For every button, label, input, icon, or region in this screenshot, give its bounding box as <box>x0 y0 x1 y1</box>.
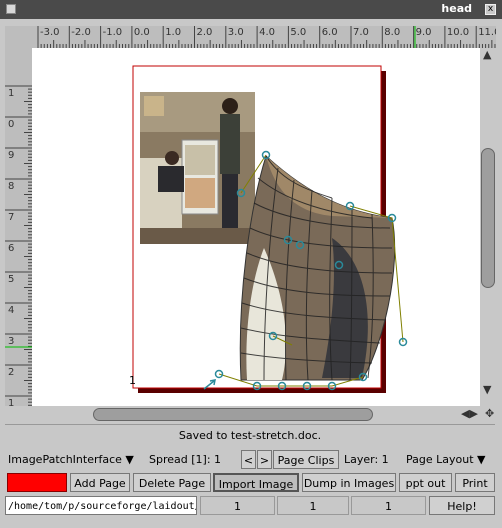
close-icon[interactable]: x <box>485 4 496 15</box>
dump-in-images-button[interactable]: Dump in Images <box>302 473 396 492</box>
ruler-label: 8 <box>8 181 15 192</box>
next-spread-button[interactable]: > <box>257 450 272 469</box>
ruler-label: 1.0 <box>165 27 182 38</box>
page-number: 1 <box>129 374 136 387</box>
horizontal-ruler: -3.0 -2.0 -1.0 0.0 1.0 2.0 3.0 4.0 5.0 6.0 7.0 8.0 9… <box>30 26 496 49</box>
document-canvas[interactable]: 1 <box>32 48 480 406</box>
ruler-label: 4 <box>8 305 15 316</box>
ruler-label: 2 <box>8 367 15 378</box>
ruler-label: 9 <box>8 150 15 161</box>
ruler-corner <box>5 26 30 48</box>
value-field-1[interactable]: 1 <box>200 496 275 515</box>
path-field[interactable]: /home/tom/p/sourceforge/laidout/ <box>5 496 197 515</box>
page-layout-label: Page Layout <box>406 453 474 466</box>
ruler-label: -3.0 <box>40 27 60 38</box>
photo-image <box>140 92 255 244</box>
spread-label: Spread [1]: 1 <box>149 453 222 466</box>
toolbar-row-1: ImagePatchInterface ▼ Spread [1]: 1 < > … <box>5 449 495 471</box>
interface-menu-label: ImagePatchInterface <box>8 453 122 466</box>
ppt-out-button[interactable]: ppt out <box>399 473 452 492</box>
window-menu-icon[interactable] <box>6 4 16 14</box>
toolbar-row-2: Add Page Delete Page Import Image Dump i… <box>5 472 495 494</box>
page-clips-button[interactable]: Page Clips <box>273 450 339 469</box>
ruler-label: 9.0 <box>415 27 432 38</box>
window-title: head <box>441 2 472 15</box>
interface-menu[interactable]: ImagePatchInterface ▼ <box>8 450 134 469</box>
scroll-left-icon[interactable]: ◀▶ <box>461 408 478 419</box>
canvas-drawing: 1 <box>129 65 408 393</box>
chevron-down-icon: ▼ <box>125 453 134 466</box>
print-button[interactable]: Print <box>455 473 495 492</box>
layer-label: Layer: 1 <box>344 453 389 466</box>
chevron-down-icon: ▼ <box>477 453 486 466</box>
crosshair-icon[interactable]: ✥ <box>485 408 494 419</box>
vertical-ruler: 109876543210 <box>5 48 33 406</box>
ruler-label: 1 <box>8 88 15 99</box>
ruler-label: 2.0 <box>196 27 213 38</box>
bottom-bar: /home/tom/p/sourceforge/laidout/ 1 1 1 H… <box>5 495 495 517</box>
title-bar: head x <box>0 0 502 19</box>
ruler-label: 3.0 <box>227 27 244 38</box>
ruler-label: 7 <box>8 212 15 223</box>
help-button[interactable]: Help! <box>429 496 495 515</box>
vertical-scroll-thumb[interactable] <box>481 148 495 288</box>
ruler-label: 0 <box>8 119 15 130</box>
ruler-label: 5 <box>8 274 15 285</box>
ruler-label: 6.0 <box>321 27 338 38</box>
horizontal-scroll-thumb[interactable] <box>93 408 373 421</box>
ruler-label: 5.0 <box>290 27 307 38</box>
vertical-ruler-ticks <box>5 85 32 406</box>
ruler-label: 10.0 <box>446 27 470 38</box>
ruler-label: 7.0 <box>353 27 369 38</box>
ruler-label: -2.0 <box>71 27 91 38</box>
ruler-label: 4.0 <box>259 27 275 38</box>
delete-page-button[interactable]: Delete Page <box>133 473 211 492</box>
previous-spread-button[interactable]: < <box>241 450 256 469</box>
value-field-2[interactable]: 1 <box>277 496 349 515</box>
ruler-label: -1.0 <box>102 27 123 38</box>
page-layout-menu[interactable]: Page Layout ▼ <box>406 450 486 469</box>
ruler-label: 6 <box>8 243 15 254</box>
status-message: Saved to test-stretch.doc. <box>5 424 495 447</box>
scroll-up-icon[interactable]: ▲ <box>483 49 491 60</box>
value-field-3[interactable]: 1 <box>351 496 426 515</box>
ruler-label: 8.0 <box>384 27 401 38</box>
vertical-scrollbar[interactable]: ▲ ▼ <box>480 48 496 408</box>
ruler-label: 0.0 <box>133 27 150 38</box>
ruler-label: 1 <box>8 398 15 406</box>
horizontal-scrollbar[interactable]: ◀▶ ✥ <box>5 406 494 422</box>
import-image-button[interactable]: Import Image <box>213 473 299 492</box>
color-swatch[interactable] <box>7 473 67 492</box>
ruler-label: 3 <box>8 336 15 347</box>
add-page-button[interactable]: Add Page <box>70 473 130 492</box>
scroll-down-icon[interactable]: ▼ <box>483 384 491 395</box>
ruler-label: 11.0 <box>478 27 496 38</box>
